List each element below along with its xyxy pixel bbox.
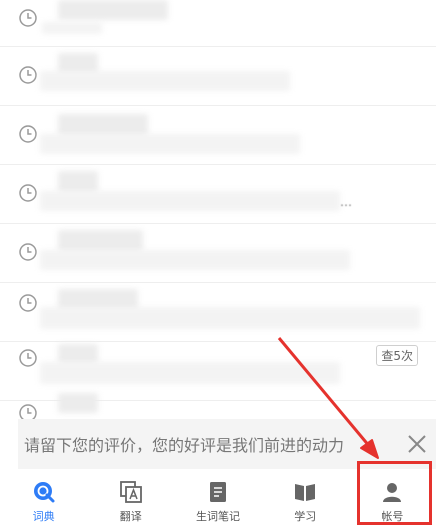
clock-icon [19, 404, 37, 420]
tab-label: 学习 [294, 510, 317, 523]
notebook-icon [210, 482, 226, 502]
clock-icon [19, 184, 37, 202]
history-row[interactable] [0, 47, 436, 106]
history-row[interactable] [0, 283, 436, 342]
clock-icon [19, 9, 37, 27]
close-button[interactable] [398, 425, 436, 463]
history-row[interactable] [0, 393, 436, 420]
tab-dictionary[interactable]: 词典 [0, 470, 87, 529]
tab-study[interactable]: 学习 [262, 470, 349, 529]
translate-icon [119, 481, 142, 503]
tab-word-notes[interactable]: 生词笔记 [174, 470, 261, 529]
history-row[interactable] [0, 224, 436, 283]
history-list: … [0, 0, 436, 420]
clock-icon [19, 125, 37, 143]
tab-translate[interactable]: 翻译 [87, 470, 174, 529]
history-row[interactable] [0, 0, 436, 47]
book-icon [295, 484, 316, 501]
clock-icon [19, 294, 37, 312]
history-row[interactable]: … [0, 165, 436, 224]
clock-icon [19, 66, 37, 84]
lookup-count-badge: 查5次 [376, 345, 418, 366]
search-icon [33, 482, 55, 503]
clock-icon [19, 243, 37, 261]
feedback-text: 请留下您的评价，您的好评是我们前进的动力 [24, 436, 345, 455]
tab-label: 词典 [32, 510, 55, 523]
tab-label: 翻译 [119, 510, 142, 523]
history-row[interactable] [0, 106, 436, 165]
history-row-tail: … [340, 195, 352, 209]
tab-label: 生词笔记 [196, 510, 240, 523]
annotation-highlight-box [357, 461, 432, 525]
clock-icon [19, 349, 37, 367]
close-icon [408, 435, 426, 453]
